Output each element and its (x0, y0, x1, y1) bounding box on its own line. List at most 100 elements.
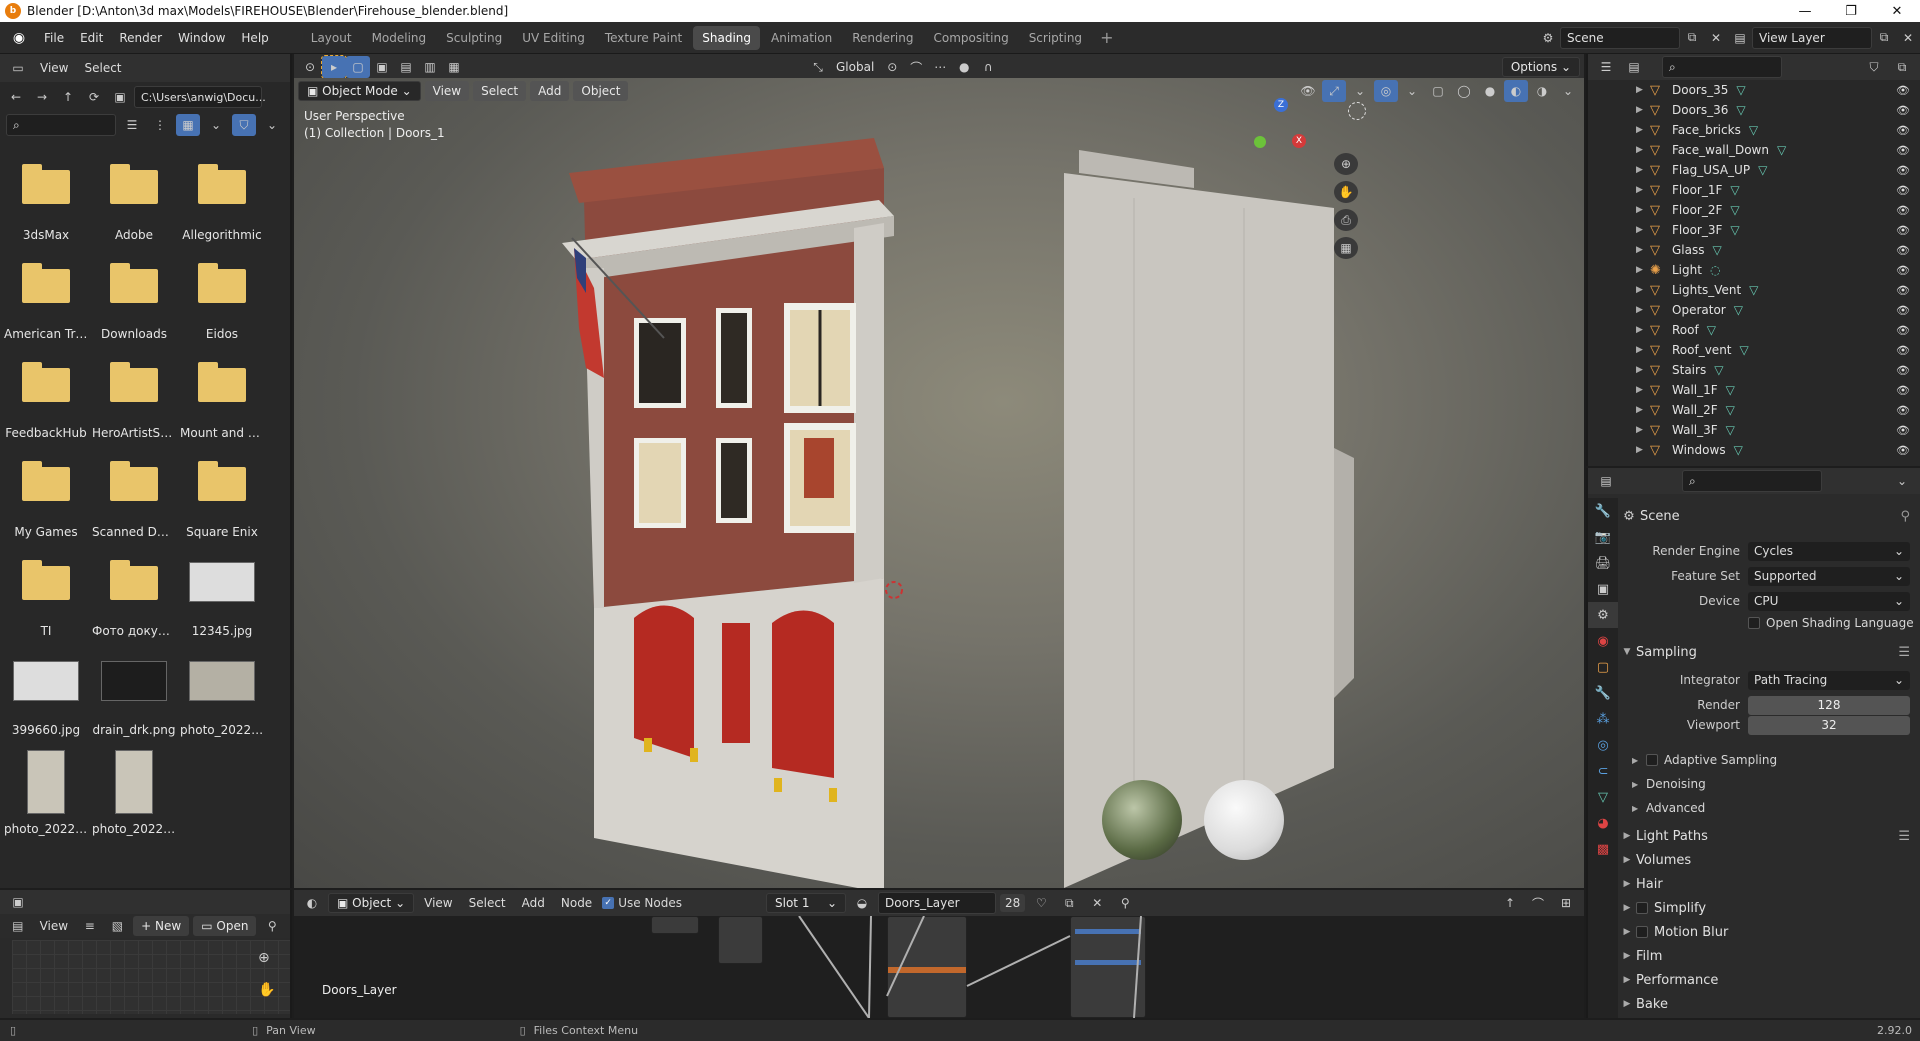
outliner-row[interactable]: ▶ ▽ Operator ▽ 👁 (1588, 300, 1920, 320)
expand-arrow-icon[interactable]: ▶ (1636, 165, 1650, 175)
pin-icon[interactable]: ⚲ (1113, 892, 1137, 914)
mesh-data-icon[interactable]: ▽ (1707, 323, 1716, 337)
horizontal-list-icon[interactable]: ⋮ (148, 114, 172, 136)
expand-arrow-icon[interactable]: ▶ (1636, 365, 1650, 375)
visibility-eye-icon[interactable]: 👁 (1896, 384, 1910, 397)
editor-type-icon[interactable]: ▤ (1594, 470, 1618, 492)
transform-orientation[interactable]: Global (830, 60, 880, 74)
outliner-row[interactable]: ▶ ▽ Flag_USA_UP ▽ 👁 (1588, 160, 1920, 180)
denoising-subpanel[interactable]: ▶ Denoising (1618, 772, 1920, 796)
new-collection-icon[interactable]: ⧉ (1890, 56, 1914, 78)
expand-arrow-icon[interactable]: ▶ (1636, 205, 1650, 215)
navigation-gizmo[interactable]: Z X (1254, 96, 1306, 176)
expand-arrow-icon[interactable]: ▶ (1636, 185, 1650, 195)
image-view-icon[interactable]: ▤ (6, 915, 30, 937)
display-mode-icon[interactable]: ▤ (1622, 56, 1646, 78)
checkbox-icon[interactable] (1636, 926, 1648, 938)
data-tab-icon[interactable]: ▽ (1588, 784, 1618, 810)
new-view-layer-icon[interactable]: ⧉ (1872, 27, 1896, 49)
expand-arrow-icon[interactable]: ▶ (1636, 345, 1650, 355)
sampling-section[interactable]: ▼ Sampling ☰ (1618, 640, 1920, 664)
menu-edit[interactable]: Edit (72, 22, 111, 54)
scene-tab-icon[interactable]: ⚙ (1588, 602, 1618, 628)
folder-item[interactable]: American Tru... (2, 251, 90, 346)
filter-settings-icon[interactable]: ⌄ (260, 114, 284, 136)
folder-item[interactable]: Downloads (90, 251, 178, 346)
select-tool-icon[interactable]: ▸ (321, 55, 347, 79)
ne-menu-add[interactable]: Add (516, 896, 551, 910)
close-window-button[interactable]: ✕ (1874, 4, 1920, 19)
snap-icon[interactable]: ⌒ (904, 56, 928, 78)
visibility-eye-icon[interactable]: 👁 (1896, 84, 1910, 97)
outliner-row[interactable]: ▶ ✺ Light ◌ 👁 (1588, 260, 1920, 280)
material-tab-icon[interactable]: ◕ (1588, 810, 1618, 836)
presets-icon[interactable]: ☰ (1898, 645, 1910, 660)
maximize-button[interactable]: ❐ (1828, 4, 1874, 19)
mesh-data-icon[interactable]: ▽ (1726, 403, 1735, 417)
folder-item[interactable]: Eidos (178, 251, 266, 346)
outliner-row[interactable]: ▶ ▽ Doors_35 ▽ 👁 (1588, 80, 1920, 100)
outliner-row[interactable]: ▶ ▽ Floor_2F ▽ 👁 (1588, 200, 1920, 220)
visibility-eye-icon[interactable]: 👁 (1896, 424, 1910, 437)
tab-scripting[interactable]: Scripting (1020, 26, 1091, 50)
section-light-paths[interactable]: ▶ Light Paths ☰ (1618, 824, 1920, 848)
delete-scene-icon[interactable]: ✕ (1704, 27, 1728, 49)
visibility-eye-icon[interactable]: 👁 (1896, 184, 1910, 197)
view-layer-icon[interactable]: ▤ (1728, 27, 1752, 49)
snap-mode-icon[interactable]: ⊞ (1554, 892, 1578, 914)
unlink-material-icon[interactable]: ✕ (1085, 892, 1109, 914)
folder-item[interactable]: Mount and Bl... (178, 350, 266, 445)
physics-tab-icon[interactable]: ◎ (1588, 732, 1618, 758)
expand-arrow-icon[interactable]: ▶ (1636, 425, 1650, 435)
tab-layout[interactable]: Layout (302, 26, 361, 50)
section-hair[interactable]: ▶ Hair (1618, 872, 1920, 896)
output-tab-icon[interactable]: 🖨 (1588, 550, 1618, 576)
advanced-subpanel[interactable]: ▶ Advanced (1618, 796, 1920, 820)
ne-menu-select[interactable]: Select (463, 896, 512, 910)
folder-item[interactable]: FeedbackHub (2, 350, 90, 445)
filter-icon[interactable]: ⛉ (1862, 56, 1886, 78)
shader-editor[interactable]: ◐ ▣ Object ⌄ View Select Add Node ✓ Use N… (294, 890, 1584, 1018)
image-canvas[interactable] (12, 940, 290, 1014)
fake-user-icon[interactable]: ♡ (1029, 892, 1053, 914)
new-folder-icon[interactable]: ▣ (108, 86, 132, 108)
tab-compositing[interactable]: Compositing (924, 26, 1017, 50)
outliner-search-input[interactable]: ⌕ (1662, 56, 1782, 78)
expand-arrow-icon[interactable]: ▶ (1636, 245, 1650, 255)
hand-icon[interactable]: ✋ (1334, 181, 1358, 203)
expand-arrow-icon[interactable]: ▶ (1636, 405, 1650, 415)
slot-dropdown[interactable]: Slot 1 ⌄ (766, 893, 847, 913)
folder-item[interactable]: Scanned Doc... (90, 449, 178, 544)
scene-field[interactable]: Scene (1560, 26, 1680, 49)
outliner-row[interactable]: ▶ ▽ Doors_36 ▽ 👁 (1588, 100, 1920, 120)
expand-arrow-icon[interactable]: ▶ (1636, 385, 1650, 395)
editor-type-icon[interactable]: ⊙ (298, 56, 322, 78)
x-axis-icon[interactable]: X (1292, 134, 1306, 148)
checkbox-icon[interactable] (1646, 754, 1658, 766)
folder-item[interactable]: Фото докуме... (90, 548, 178, 643)
parent-dir-icon[interactable]: ↑ (56, 86, 80, 108)
outliner-row[interactable]: ▶ ▽ Wall_2F ▽ 👁 (1588, 400, 1920, 420)
tool-tab-icon[interactable]: 🔧 (1588, 498, 1618, 524)
options-icon[interactable]: ⌄ (1890, 470, 1914, 492)
visibility-eye-icon[interactable]: 👁 (1896, 124, 1910, 137)
hamburger-icon[interactable]: ≡ (78, 915, 102, 937)
expand-arrow-icon[interactable]: ▶ (1636, 125, 1650, 135)
parent-node-icon[interactable]: ↑ (1498, 892, 1522, 914)
checkbox-icon[interactable] (1636, 902, 1648, 914)
select-box-icon[interactable]: ▢ (346, 56, 370, 78)
folder-item[interactable]: TI (2, 548, 90, 643)
expand-arrow-icon[interactable]: ▶ (1636, 325, 1650, 335)
outliner-row[interactable]: ▶ ▽ Floor_3F ▽ 👁 (1588, 220, 1920, 240)
visibility-eye-icon[interactable]: 👁 (1896, 164, 1910, 177)
osl-checkbox[interactable]: Open Shading Language (1618, 611, 1920, 635)
path-field[interactable]: C:\Users\anwig\Docu... (134, 86, 266, 108)
outliner-row[interactable]: ▶ ▽ Lights_Vent ▽ 👁 (1588, 280, 1920, 300)
outliner-row[interactable]: ▶ ▽ Face_wall_Down ▽ 👁 (1588, 140, 1920, 160)
feature-set-dropdown[interactable]: Supported ⌄ (1748, 566, 1910, 586)
file-item[interactable]: photo_2022-... (178, 647, 266, 742)
mesh-data-icon[interactable]: ▽ (1730, 223, 1739, 237)
mesh-data-icon[interactable]: ▽ (1736, 83, 1745, 97)
blender-menu-icon[interactable]: ◉ (8, 27, 30, 49)
back-icon[interactable]: ← (4, 86, 28, 108)
